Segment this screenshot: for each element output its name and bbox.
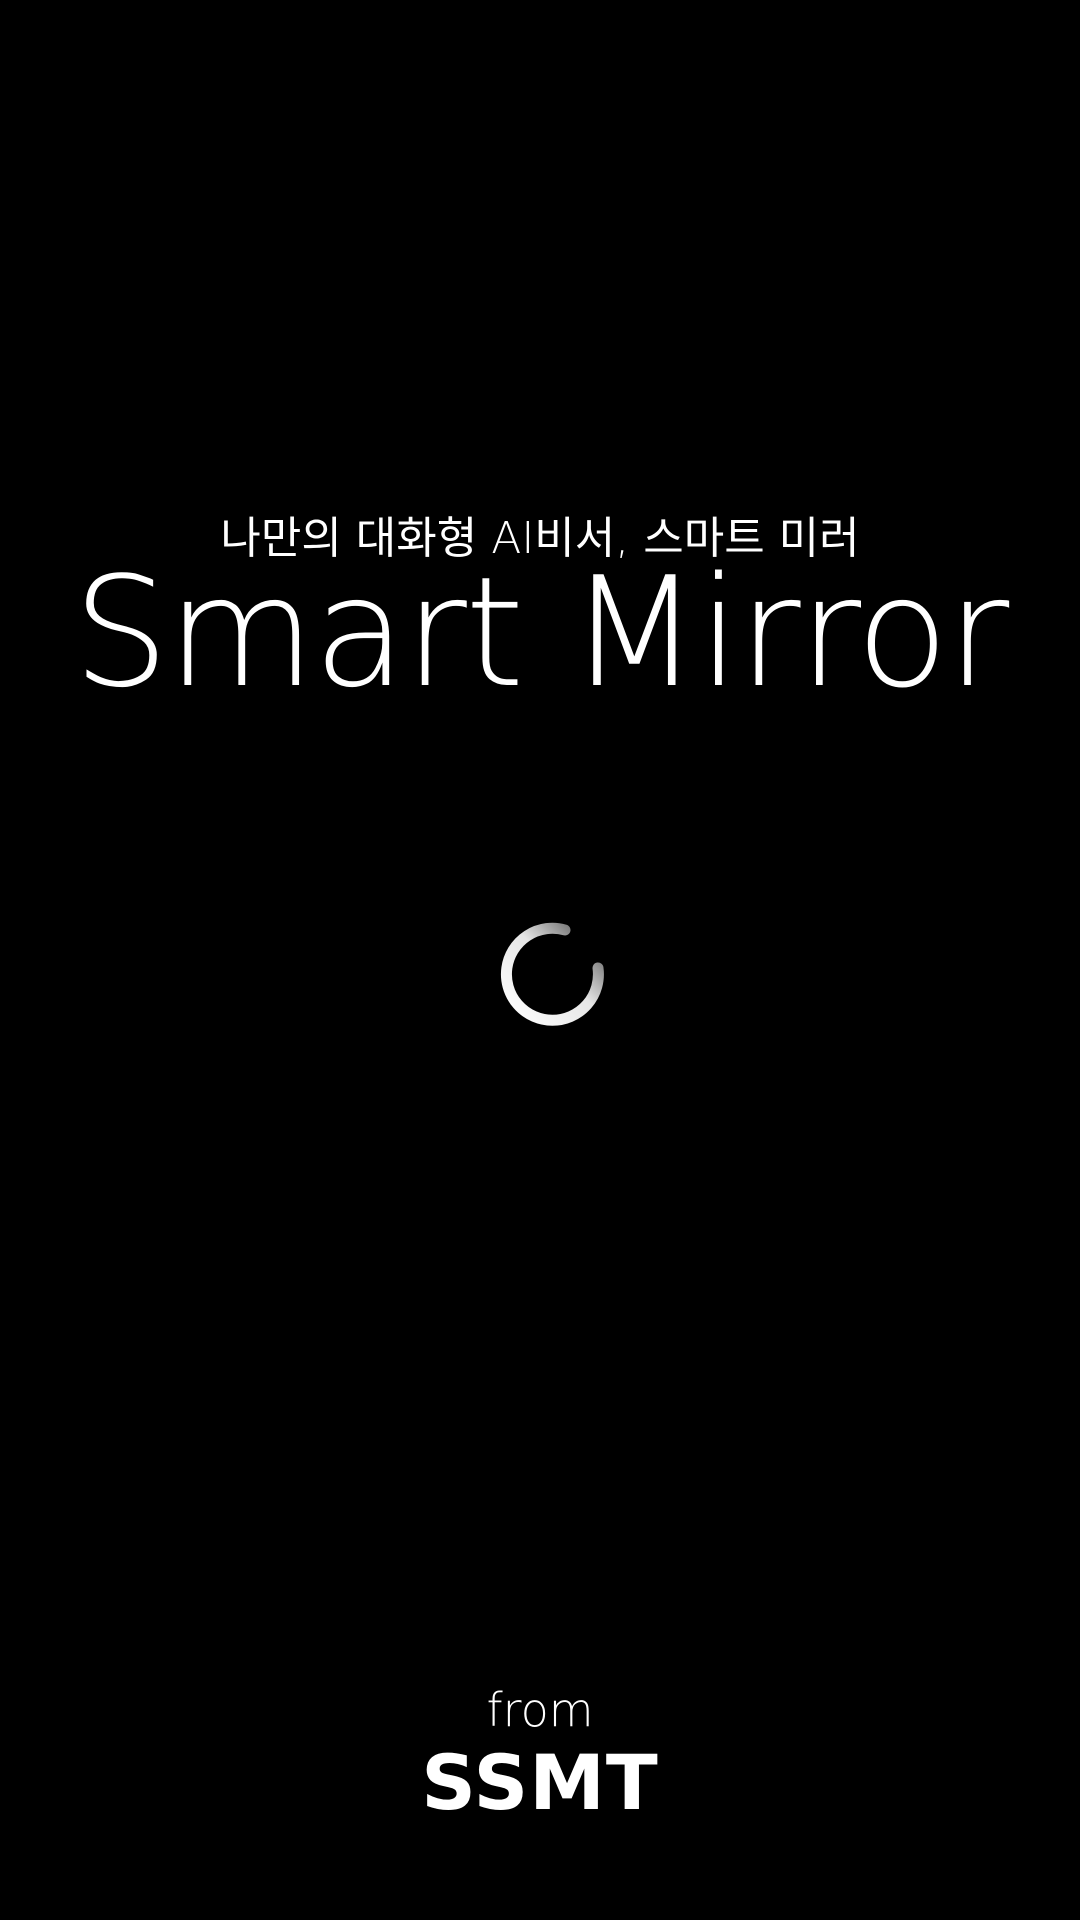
loading-spinner-svg [500,922,604,1026]
footer-from-label: from [486,1683,594,1737]
loading-spinner-arc [500,922,604,1026]
loading-spinner-icon [497,916,609,1028]
app-title: Smart Mirror [72,544,1010,721]
footer-brand-label: SSMT [421,1738,659,1827]
app-title-group: Smart Mirror Smart Mirror [0,548,1080,768]
splash-screen: 나만의 대화형 AI비서, 스마트 미러 Smart Mirror Smart … [0,0,1080,1920]
